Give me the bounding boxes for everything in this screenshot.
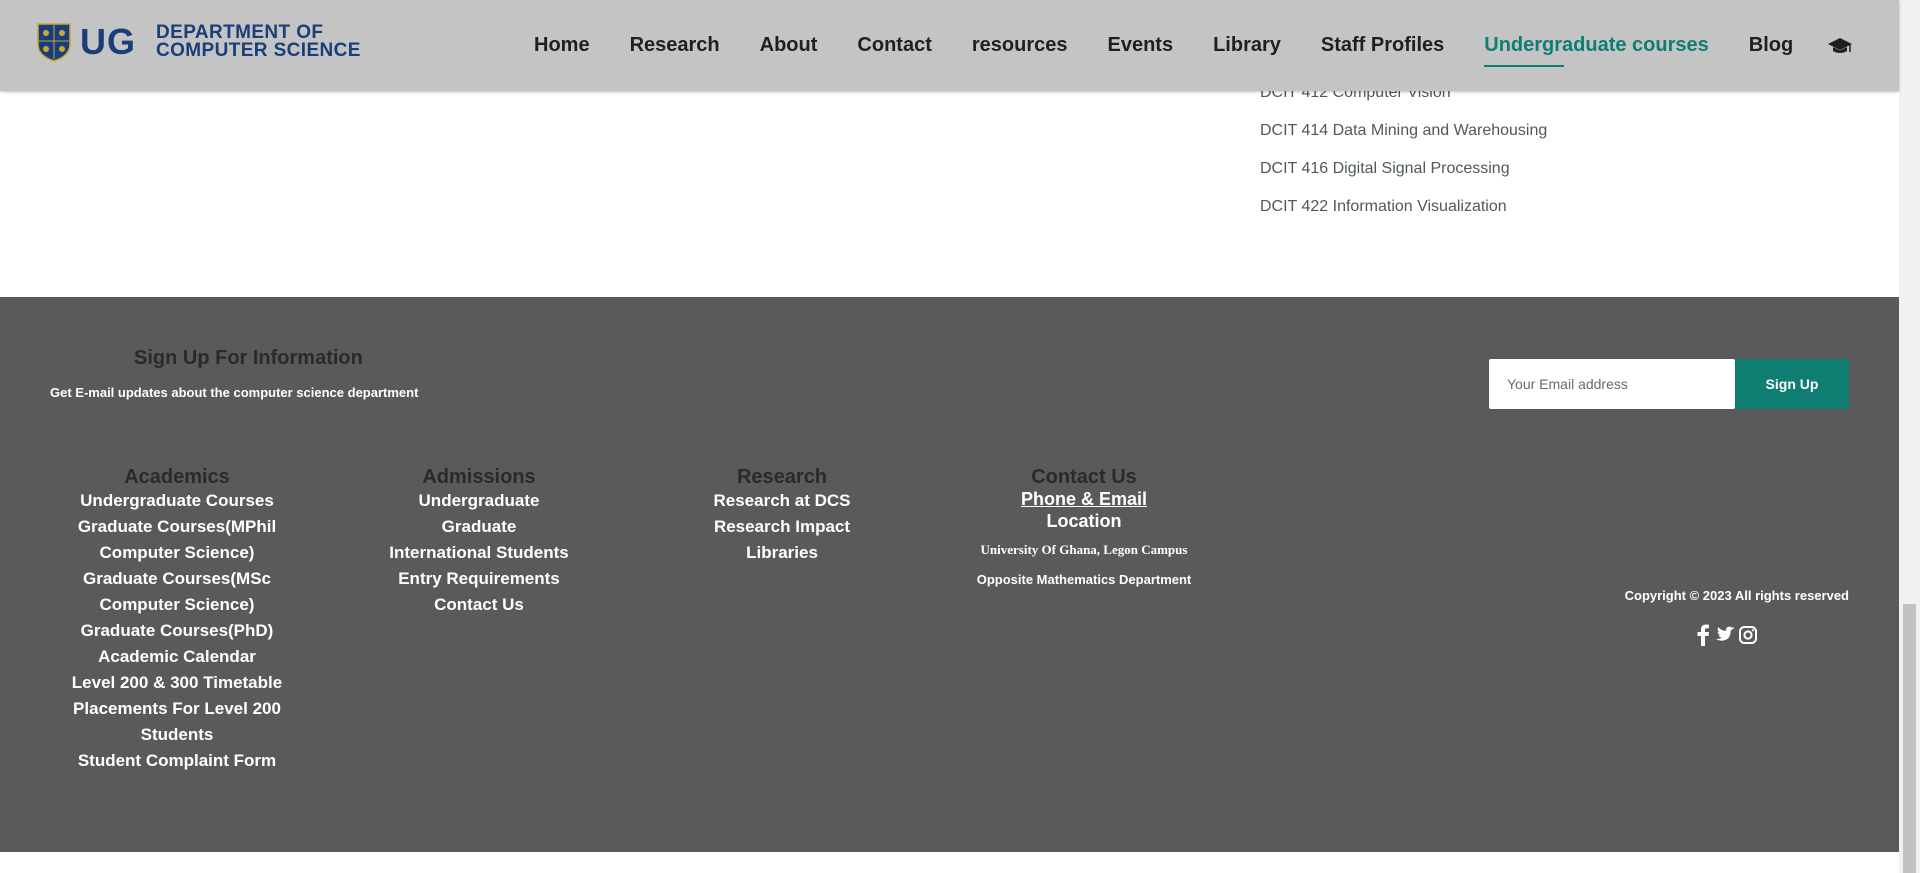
nav-undergraduate-courses[interactable]: Undergraduate courses	[1484, 34, 1709, 67]
academics-link[interactable]: Undergraduate Courses	[80, 491, 274, 510]
course-item[interactable]: DCIT 416 Digital Signal Processing	[1260, 158, 1547, 196]
course-item[interactable]: DCIT 414 Data Mining and Warehousing	[1260, 120, 1547, 158]
research-link[interactable]: Research Impact	[714, 517, 850, 536]
nav-blog[interactable]: Blog	[1749, 34, 1793, 57]
research-link[interactable]: Research at DCS	[713, 491, 850, 510]
footer-research: Research Research at DCS Research Impact…	[682, 466, 882, 566]
nav-research[interactable]: Research	[630, 34, 720, 57]
course-item[interactable]: DCIT 422 Information Visualization	[1260, 196, 1547, 234]
nav-contact[interactable]: Contact	[857, 34, 931, 57]
page-scrollbar[interactable]	[1899, 0, 1920, 873]
academics-heading: Academics	[124, 466, 230, 488]
contact-heading: Contact Us	[1031, 466, 1137, 488]
admissions-link[interactable]: Contact Us	[434, 595, 524, 614]
facebook-icon[interactable]	[1696, 624, 1710, 646]
academics-link[interactable]: Graduate Courses(MPhil Computer Science)	[78, 517, 276, 562]
nav-resources[interactable]: resources	[972, 34, 1068, 57]
nav-about[interactable]: About	[760, 34, 818, 57]
opposite-text: Opposite Mathematics Department	[976, 572, 1192, 587]
location-heading: Location	[1046, 511, 1122, 531]
nav-staff-profiles[interactable]: Staff Profiles	[1321, 34, 1444, 57]
footer-admissions: Admissions Undergraduate Graduate Intern…	[369, 466, 589, 618]
ug-crest-icon	[37, 23, 71, 62]
admissions-link[interactable]: Undergraduate	[419, 491, 540, 510]
site-logo[interactable]: UG DEPARTMENT OF COMPUTER SCIENCE	[36, 21, 361, 62]
admissions-heading: Admissions	[422, 466, 536, 488]
academics-link[interactable]: Student Complaint Form	[78, 751, 276, 770]
signup-title: Sign Up For Information	[134, 347, 363, 369]
phone-email-link[interactable]: Phone & Email	[966, 488, 1202, 510]
academics-link[interactable]: Graduate Courses(PhD)	[81, 621, 274, 640]
nav-events[interactable]: Events	[1107, 34, 1173, 57]
copyright-text: Copyright © 2023 All rights reserved	[1624, 588, 1849, 603]
site-header: UG DEPARTMENT OF COMPUTER SCIENCE Home R…	[0, 0, 1899, 91]
scrollbar-thumb[interactable]	[1903, 604, 1916, 873]
academics-link[interactable]: Level 200 & 300 Timetable	[72, 673, 282, 692]
instagram-icon[interactable]	[1738, 625, 1758, 645]
academics-link[interactable]: Graduate Courses(MSc Computer Science)	[83, 569, 271, 614]
research-heading: Research	[736, 466, 828, 488]
logo-ug-text: UG	[80, 21, 136, 62]
nav-home[interactable]: Home	[534, 34, 590, 57]
twitter-icon[interactable]	[1713, 626, 1735, 644]
logo-line-2: COMPUTER SCIENCE	[156, 40, 361, 61]
course-list: DCIT 412 Computer Vision DCIT 414 Data M…	[1260, 82, 1547, 234]
signup-subtitle: Get E-mail updates about the computer sc…	[50, 385, 419, 400]
graduation-cap-icon[interactable]	[1827, 36, 1853, 56]
admissions-link[interactable]: Graduate	[442, 517, 517, 536]
signup-button[interactable]: Sign Up	[1735, 359, 1849, 409]
site-footer: Sign Up For Information Get E-mail updat…	[0, 297, 1899, 852]
admissions-link[interactable]: Entry Requirements	[398, 569, 560, 588]
academics-link[interactable]: Academic Calendar	[98, 647, 256, 666]
footer-contact: Contact Us Phone & Email Location Univer…	[966, 466, 1202, 588]
social-links	[1696, 624, 1758, 646]
campus-text: University Of Ghana, Legon Campus	[980, 542, 1188, 557]
main-nav: Home Research About Contact resources Ev…	[534, 0, 1893, 91]
academics-link[interactable]: Placements For Level 200 Students	[73, 699, 281, 744]
logo-department-text: DEPARTMENT OF COMPUTER SCIENCE	[156, 23, 361, 61]
admissions-link[interactable]: International Students	[389, 543, 568, 562]
research-link[interactable]: Libraries	[746, 543, 818, 562]
footer-academics: Academics Undergraduate Courses Graduate…	[57, 466, 297, 774]
email-input[interactable]	[1489, 359, 1735, 409]
nav-library[interactable]: Library	[1213, 34, 1281, 57]
